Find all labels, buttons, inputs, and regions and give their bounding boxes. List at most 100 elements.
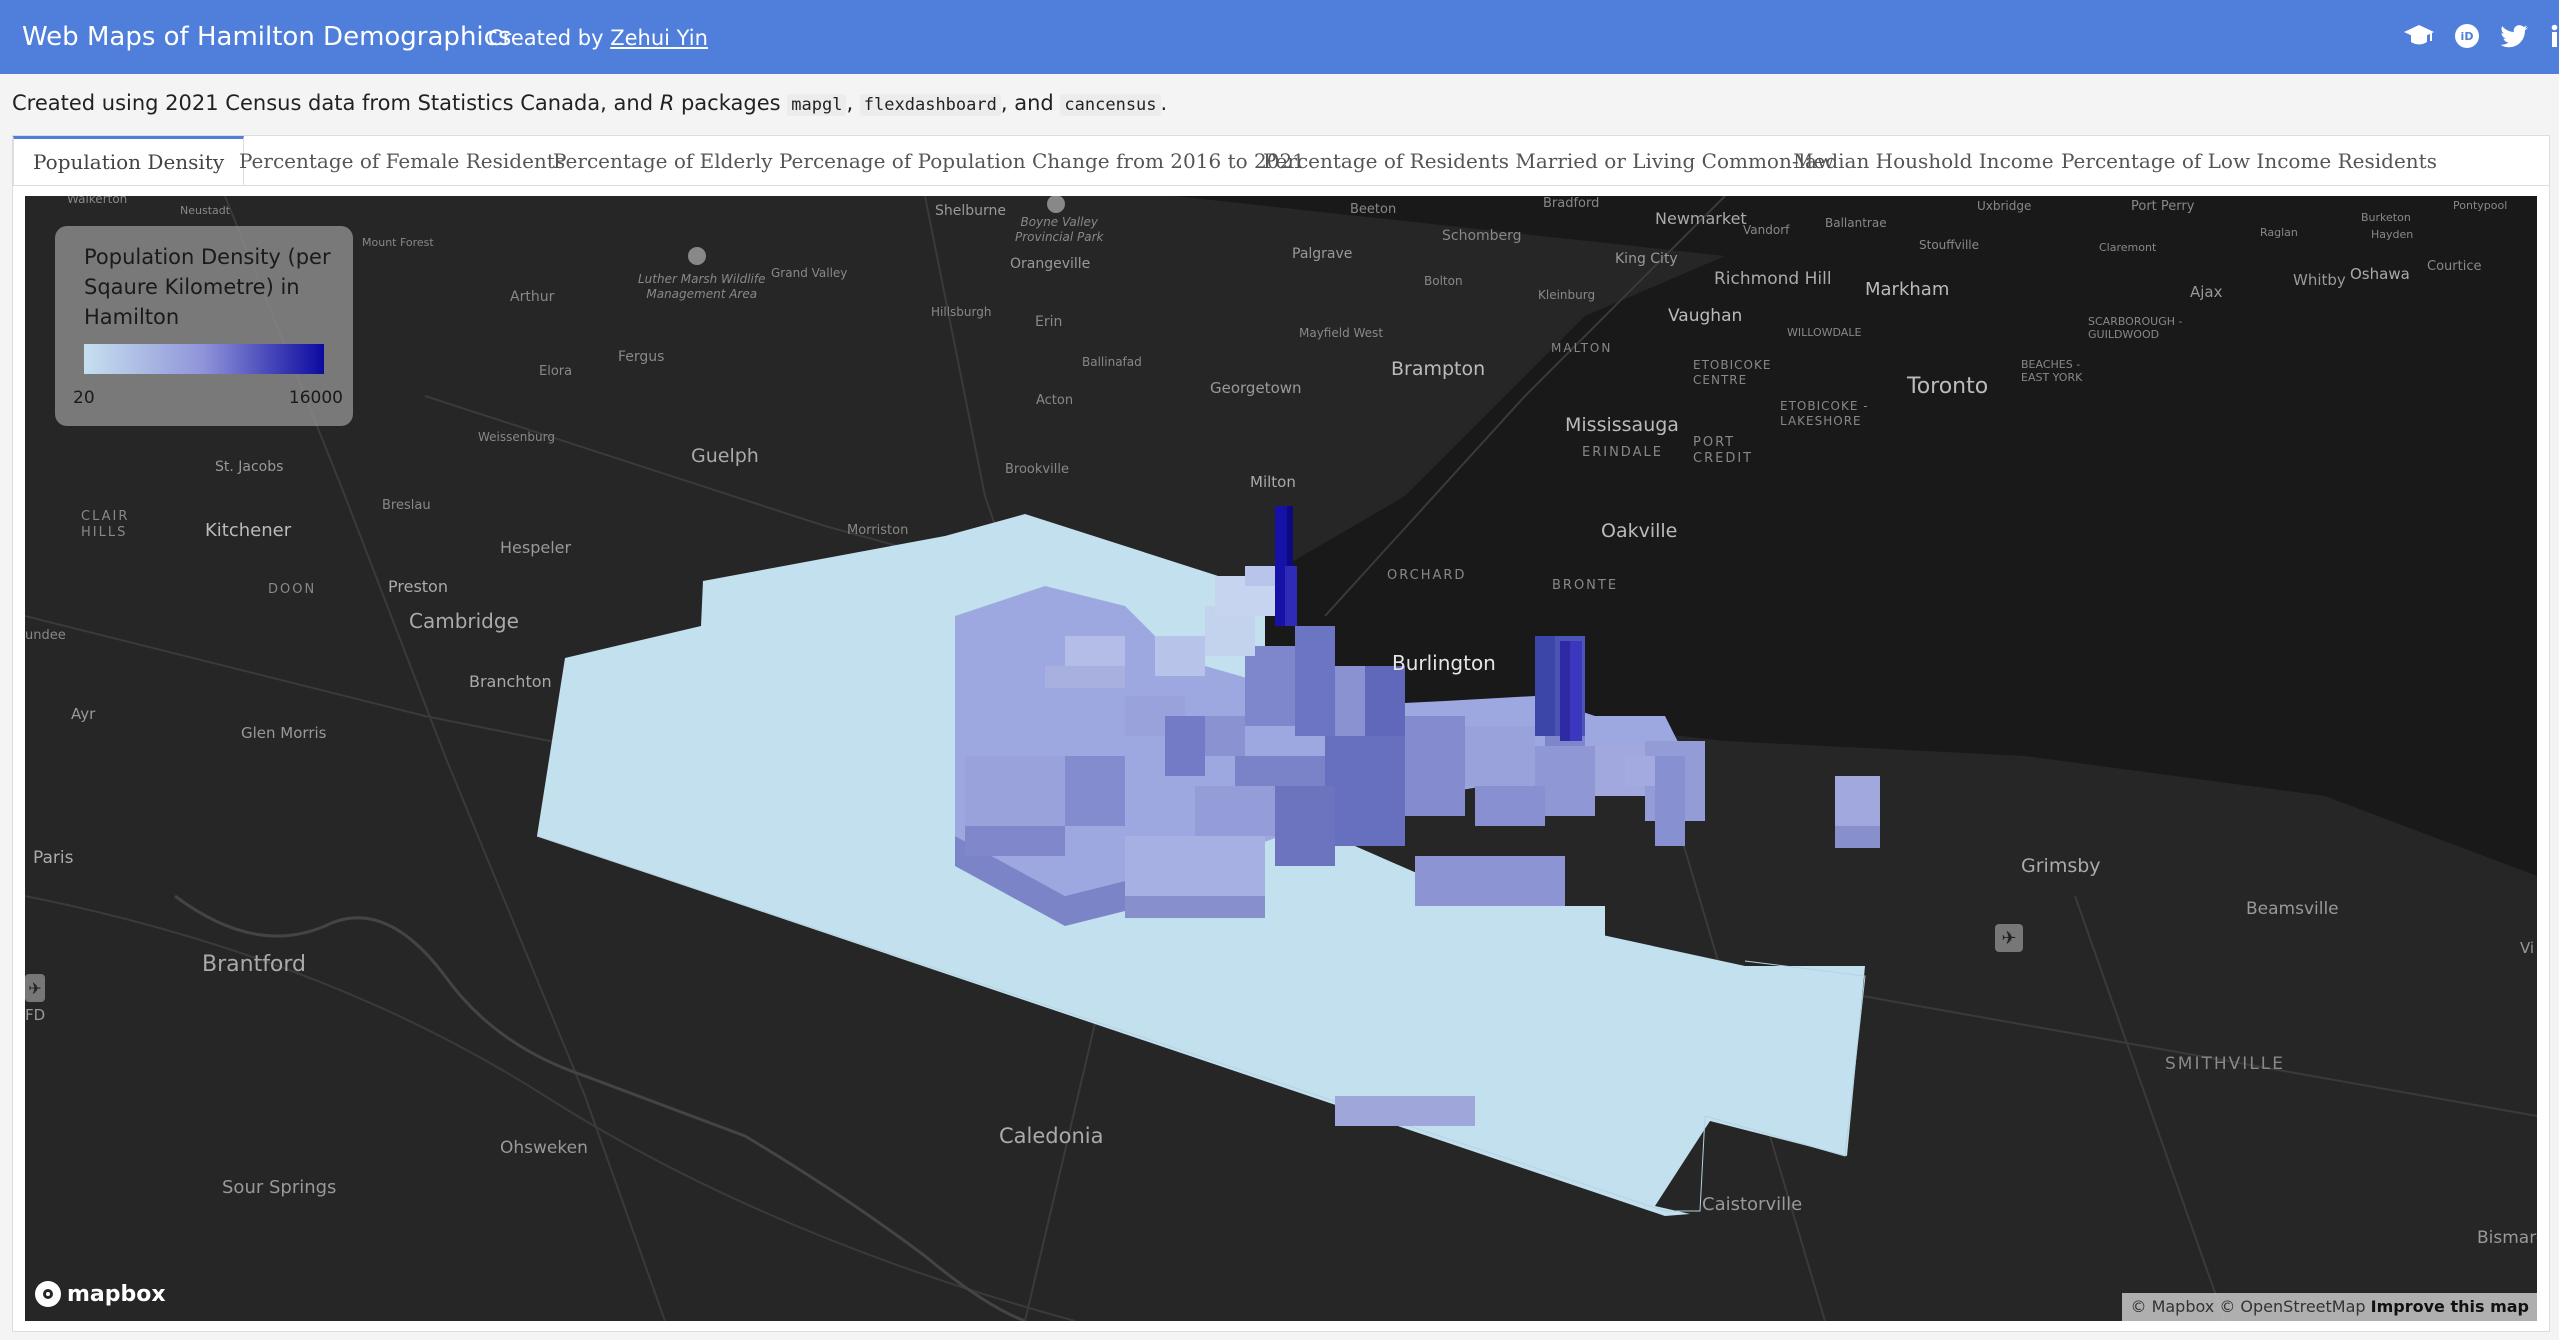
label-glen-morris: Glen Morris — [241, 724, 327, 742]
label-ballantrae: Ballantrae — [1825, 216, 1887, 230]
graduation-cap-icon[interactable] — [2401, 18, 2437, 54]
researchgate-icon[interactable]: iD — [2449, 18, 2485, 54]
label-walkerton: Walkerton — [67, 196, 128, 206]
label-claremont: Claremont — [2099, 241, 2157, 254]
label-elora: Elora — [539, 364, 573, 379]
label-morriston: Morriston — [847, 523, 909, 538]
label-branchton: Branchton — [469, 672, 552, 691]
label-st-jacobs: St. Jacobs — [215, 459, 284, 475]
label-grimsby: Grimsby — [2021, 855, 2101, 877]
label-erindale: ERINDALE — [1582, 445, 1663, 460]
label-hayden: Hayden — [2371, 228, 2414, 241]
label-willowdale: WILLOWDALE — [1787, 326, 1862, 339]
label-mississauga: Mississauga — [1565, 414, 1679, 436]
label-doon: DOON — [268, 582, 317, 597]
label-uxbridge: Uxbridge — [1977, 199, 2032, 213]
label-vandorf: Vandorf — [1743, 223, 1790, 237]
description-text-2: packages — [674, 91, 788, 115]
author-link[interactable]: Zehui Yin — [610, 26, 708, 50]
label-luther-marsh: Luther Marsh Wildlife Management Area — [638, 272, 766, 301]
tab-low-income-residents[interactable]: Percentage of Low Income Residents — [2042, 136, 2456, 185]
map-canvas[interactable]: ✈ ✈ Toronto Mississauga Brampton Oakvill… — [25, 196, 2537, 1321]
label-breslau: Breslau — [382, 498, 431, 513]
label-port-credit: PORT CREDIT — [1693, 435, 1754, 466]
tab-median-household-income[interactable]: Median Houshold Income — [1774, 136, 2073, 185]
label-clair-hills: CLAIR HILLS — [81, 509, 130, 540]
mapbox-logo-text: mapbox — [67, 1281, 166, 1307]
label-bradford: Bradford — [1543, 196, 1600, 211]
label-richmond-hill: Richmond Hill — [1714, 269, 1832, 289]
label-bolton: Bolton — [1424, 274, 1463, 288]
label-brantford: Brantford — [202, 952, 307, 977]
label-toronto: Toronto — [1907, 374, 1989, 399]
label-pontypool: Pontypool — [2453, 199, 2508, 212]
label-schomberg: Schomberg — [1442, 228, 1522, 244]
label-milton: Milton — [1250, 473, 1296, 491]
label-guelph: Guelph — [691, 445, 759, 467]
top-navbar: Web Maps of Hamilton Demographics Create… — [0, 0, 2559, 74]
label-etobicoke-centre: ETOBICOKE CENTRE — [1693, 358, 1772, 387]
label-brookville: Brookville — [1005, 462, 1069, 477]
label-caledonia: Caledonia — [999, 1124, 1104, 1148]
label-shelburne: Shelburne — [935, 203, 1007, 219]
tab-population-change[interactable]: Percenage of Population Change from 2016… — [760, 136, 1324, 185]
label-oshawa: Oshawa — [2350, 265, 2410, 283]
mapbox-logo-icon — [35, 1281, 61, 1307]
label-preston: Preston — [388, 577, 448, 596]
label-bronte: BRONTE — [1552, 578, 1619, 593]
label-ohsweken: Ohsweken — [500, 1138, 588, 1158]
label-dundee: undee — [25, 628, 66, 643]
page-title: Web Maps of Hamilton Demographics — [22, 22, 512, 52]
label-scarborough: SCARBOROUGH - GUILDWOOD — [2088, 315, 2183, 341]
label-mount-forest: Mount Forest — [362, 236, 434, 249]
label-kitchener: Kitchener — [205, 520, 292, 541]
label-beeton: Beeton — [1350, 202, 1397, 217]
legend-title: Population Density (per Sqaure Kilometre… — [84, 245, 331, 329]
tab-population-density[interactable]: Population Density — [13, 136, 245, 186]
label-oakville: Oakville — [1601, 520, 1678, 542]
legend-color-ramp — [84, 344, 324, 374]
tab-female-residents[interactable]: Percentage of Female Residents — [220, 136, 584, 185]
improve-map-link[interactable]: Improve this map — [2371, 1297, 2529, 1316]
svg-text:✈: ✈ — [28, 979, 41, 998]
label-orangeville: Orangeville — [1010, 256, 1091, 272]
label-fergus: Fergus — [618, 349, 665, 365]
tab-elderly[interactable]: Percentage of Elderly — [534, 136, 792, 185]
label-ayr: Ayr — [71, 705, 96, 723]
label-beamsville: Beamsville — [2246, 899, 2339, 919]
label-arthur: Arthur — [510, 289, 555, 305]
label-raglan: Raglan — [2260, 226, 2298, 239]
label-ajax: Ajax — [2190, 283, 2223, 301]
label-acton: Acton — [1036, 393, 1074, 408]
r-language-name: R — [659, 91, 675, 115]
map-drawing: ✈ ✈ — [25, 196, 2537, 1321]
svg-text:✈: ✈ — [2001, 928, 2016, 949]
description-text: Created using 2021 Census data from Stat… — [12, 91, 660, 115]
label-erin: Erin — [1035, 314, 1063, 330]
tab-married-common-law[interactable]: Percentage of Residents Married or Livin… — [1244, 136, 1853, 185]
twitter-icon[interactable] — [2497, 18, 2533, 54]
description-line: Created using 2021 Census data from Stat… — [12, 88, 1167, 120]
label-mayfield-west: Mayfield West — [1299, 326, 1384, 340]
label-fd: FD — [25, 1006, 46, 1024]
package-cancensus: cancensus — [1060, 94, 1161, 116]
label-caistorville: Caistorville — [1702, 1194, 1803, 1215]
author-credit: Created by Zehui Yin — [488, 24, 708, 52]
label-malton: MALTON — [1551, 341, 1613, 355]
label-boyne-valley: Boyne Valley Provincial Park — [1015, 215, 1104, 244]
label-neustadt: Neustadt — [180, 204, 231, 217]
label-burlington: Burlington — [1392, 651, 1496, 675]
legend-max-value: 16000 — [288, 388, 343, 408]
label-port-perry: Port Perry — [2131, 199, 2195, 214]
linkedin-icon[interactable] — [2545, 18, 2559, 54]
mapbox-logo[interactable]: mapbox — [35, 1277, 166, 1311]
author-prefix: Created by — [488, 26, 611, 50]
map-attribution: © Mapbox © OpenStreetMap Improve this ma… — [2122, 1293, 2537, 1321]
attribution-text[interactable]: © Mapbox © OpenStreetMap — [2130, 1297, 2370, 1316]
label-georgetown: Georgetown — [1210, 379, 1302, 397]
package-flexdashboard: flexdashboard — [859, 94, 1001, 116]
label-paris: Paris — [33, 848, 74, 868]
label-sour-springs: Sour Springs — [222, 1177, 337, 1198]
separator: , — [846, 91, 860, 115]
label-grand-valley: Grand Valley — [771, 266, 848, 280]
